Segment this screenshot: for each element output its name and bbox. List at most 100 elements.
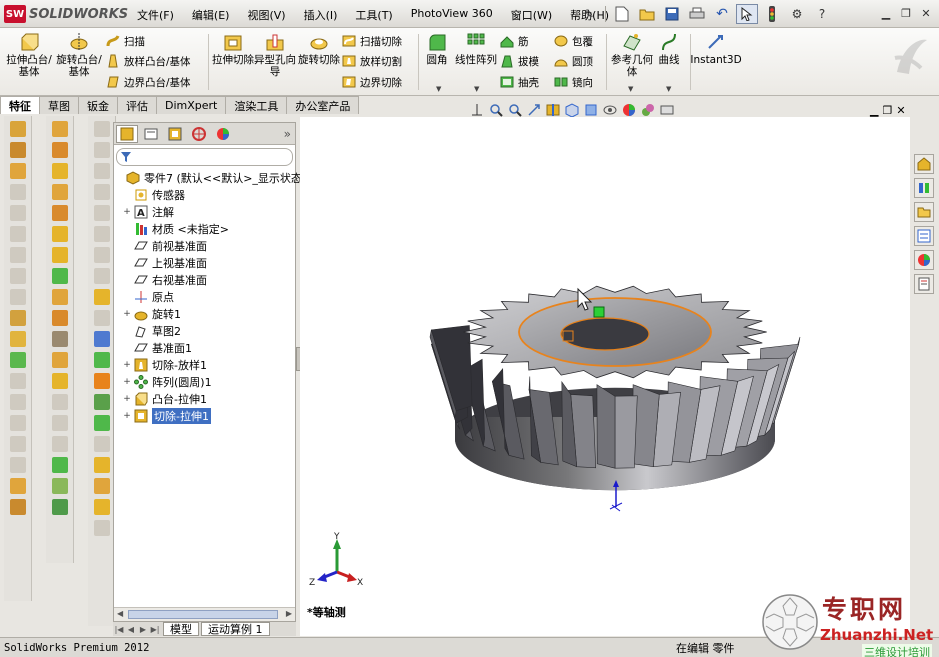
curve-tool-icon[interactable] — [51, 499, 68, 515]
trim-entities-icon[interactable] — [93, 478, 110, 494]
zoom-fit-icon[interactable] — [470, 103, 484, 117]
disabled-tool-icon[interactable] — [93, 310, 110, 326]
rotate-tool-icon[interactable] — [9, 499, 26, 515]
configurationmanager-tab-icon[interactable] — [164, 125, 186, 143]
loft-boss-button[interactable]: 放样凸台/基体 — [106, 52, 191, 70]
mirror-button[interactable]: 镜向 — [554, 73, 593, 91]
disabled-tool-icon[interactable] — [93, 163, 110, 179]
dome-button[interactable]: 圆顶 — [554, 52, 593, 70]
expand-plus-icon[interactable]: + — [122, 309, 132, 319]
menu-tools[interactable]: 工具(T) — [346, 5, 401, 25]
select-pointer-icon[interactable] — [736, 4, 758, 24]
disabled-tool-icon[interactable] — [9, 415, 26, 431]
hide-show-icon[interactable] — [9, 310, 26, 326]
expand-chevron-icon[interactable] — [93, 520, 110, 536]
open-folder-icon[interactable] — [636, 4, 658, 24]
menu-edit[interactable]: 编辑(E) — [183, 5, 239, 25]
tab-sheet-metal[interactable]: 钣金 — [78, 96, 118, 114]
section-view-icon[interactable] — [546, 103, 560, 117]
selection-handle[interactable] — [593, 306, 605, 318]
disabled-tool-icon[interactable] — [9, 436, 26, 452]
zoom-area-icon[interactable] — [489, 103, 503, 117]
last-tab-icon[interactable]: ▶| — [149, 623, 161, 635]
disabled-tool-icon[interactable] — [93, 436, 110, 452]
disabled-tool-icon[interactable] — [51, 415, 68, 431]
pattern-dropdown-icon[interactable]: ▼ — [474, 85, 479, 93]
tab-render-tools[interactable]: 渲染工具 — [225, 96, 288, 114]
disabled-tool-icon[interactable] — [93, 121, 110, 137]
featuremanager-tab-icon[interactable] — [116, 124, 138, 143]
hole-wizard-button[interactable]: 异型孔向导 — [252, 32, 298, 78]
offset-entities-icon[interactable] — [93, 457, 110, 473]
relations-icon[interactable] — [93, 352, 110, 368]
expand-panel-icon[interactable]: » — [284, 127, 291, 141]
tree-item[interactable]: + 阵列(圆周)1 — [122, 373, 295, 390]
wrap-tool-icon[interactable] — [51, 352, 68, 368]
scroll-left-icon[interactable]: ◀ — [117, 609, 123, 618]
mirror-tool-icon[interactable] — [51, 457, 68, 473]
view-orientation-icon[interactable] — [9, 121, 26, 137]
propertymanager-tab-icon[interactable] — [140, 125, 162, 143]
curves-dropdown-icon[interactable]: ▼ — [666, 85, 671, 93]
smart-dimension-icon[interactable] — [93, 331, 110, 347]
prev-tab-icon[interactable]: ◀ — [125, 623, 137, 635]
design-library-icon[interactable] — [914, 178, 934, 198]
hole-tool-icon[interactable] — [51, 226, 68, 242]
display-style-icon[interactable] — [9, 142, 26, 158]
tree-item[interactable]: 原点 — [122, 288, 295, 305]
shell-button[interactable]: 抽壳 — [500, 73, 539, 91]
expand-plus-icon[interactable]: + — [122, 411, 132, 421]
draft-tool-icon[interactable] — [51, 310, 68, 326]
disabled-tool-icon[interactable] — [9, 457, 26, 473]
revolve-cut-button[interactable]: 旋转切除 — [296, 32, 342, 66]
expand-plus-icon[interactable]: + — [122, 360, 132, 370]
feature-filter-input[interactable] — [116, 148, 293, 166]
fillet-tool-icon[interactable] — [51, 247, 68, 263]
dome-tool-icon[interactable] — [51, 373, 68, 389]
tree-item[interactable]: + 切除-拉伸1 — [122, 407, 295, 424]
tree-item[interactable]: + 旋转1 — [122, 305, 295, 322]
rib-tool-icon[interactable] — [51, 331, 68, 347]
close-icon[interactable]: ✕ — [917, 5, 935, 21]
bevel-gear-model[interactable]: Y X Z — [300, 117, 910, 636]
ref-geometry-dropdown-icon[interactable]: ▼ — [628, 85, 633, 93]
tree-item[interactable]: 右视基准面 — [122, 271, 295, 288]
zoom-tool-icon[interactable] — [9, 478, 26, 494]
tree-item[interactable]: + 切除-放样1 — [122, 356, 295, 373]
sketch-tool-icon[interactable] — [93, 289, 110, 305]
file-explorer-icon[interactable] — [914, 202, 934, 222]
zoom-in-out-icon[interactable] — [508, 103, 522, 117]
pattern-tool-icon[interactable] — [51, 268, 68, 284]
menu-window[interactable]: 窗口(W) — [502, 5, 561, 25]
scene-icon[interactable] — [9, 352, 26, 368]
linear-pattern-button[interactable]: 线性阵列 — [452, 32, 500, 66]
revolve-boss-button[interactable]: 旋转凸台/基体 — [56, 32, 102, 78]
tree-item[interactable]: 上视基准面 — [122, 254, 295, 271]
tab-dimxpert[interactable]: DimXpert — [156, 96, 227, 114]
sketch-plane-icon[interactable] — [93, 394, 110, 410]
disabled-tool-icon[interactable] — [9, 289, 26, 305]
tab-model[interactable]: 模型 — [163, 622, 199, 636]
tree-item[interactable]: 传感器 — [122, 186, 295, 203]
apply-scene-icon[interactable] — [641, 103, 655, 117]
extrude-boss-button[interactable]: 拉伸凸台/基体 — [6, 32, 52, 78]
disabled-tool-icon[interactable] — [93, 205, 110, 221]
options-gear-icon[interactable]: ⚙ — [786, 4, 808, 24]
expand-plus-icon[interactable]: + — [122, 377, 132, 387]
pin-icon[interactable]: ✎ — [578, 4, 600, 24]
traffic-light-icon[interactable] — [761, 4, 783, 24]
edit-appearance-icon[interactable] — [622, 103, 636, 117]
disabled-tool-icon[interactable] — [93, 268, 110, 284]
disabled-tool-icon[interactable] — [51, 394, 68, 410]
graphics-area[interactable]: Y X Z — [300, 117, 910, 636]
disabled-tool-icon[interactable] — [9, 394, 26, 410]
hide-show-items-icon[interactable] — [603, 103, 617, 117]
expand-plus-icon[interactable]: + — [122, 207, 132, 217]
minimize-icon[interactable]: ▁ — [877, 5, 895, 21]
lofted-cut-button[interactable]: 放样切割 — [342, 52, 402, 70]
disabled-tool-icon[interactable] — [93, 184, 110, 200]
disabled-tool-icon[interactable] — [51, 436, 68, 452]
menu-photoview[interactable]: PhotoView 360 — [402, 5, 502, 25]
shell-tool-icon[interactable] — [51, 289, 68, 305]
displaymanager-tab-icon[interactable] — [212, 125, 234, 143]
